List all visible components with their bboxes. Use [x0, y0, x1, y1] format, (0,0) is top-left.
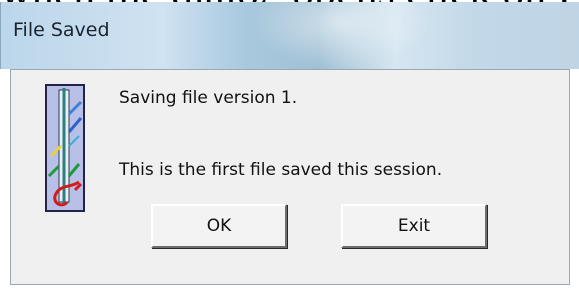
file-saved-dialog: File Saved Saving file version 1. This i…: [0, 2, 579, 289]
ok-button[interactable]: OK: [151, 204, 287, 248]
dialog-title: File Saved: [13, 19, 110, 41]
exit-button[interactable]: Exit: [341, 204, 487, 248]
message-session: This is the first file saved this sessio…: [119, 160, 443, 180]
message-version: Saving file version 1.: [119, 88, 298, 108]
dialog-titlebar[interactable]: File Saved: [0, 2, 579, 69]
dialog-body: Saving file version 1. This is the first…: [10, 69, 570, 285]
quill-pen-app-icon: [45, 84, 85, 212]
